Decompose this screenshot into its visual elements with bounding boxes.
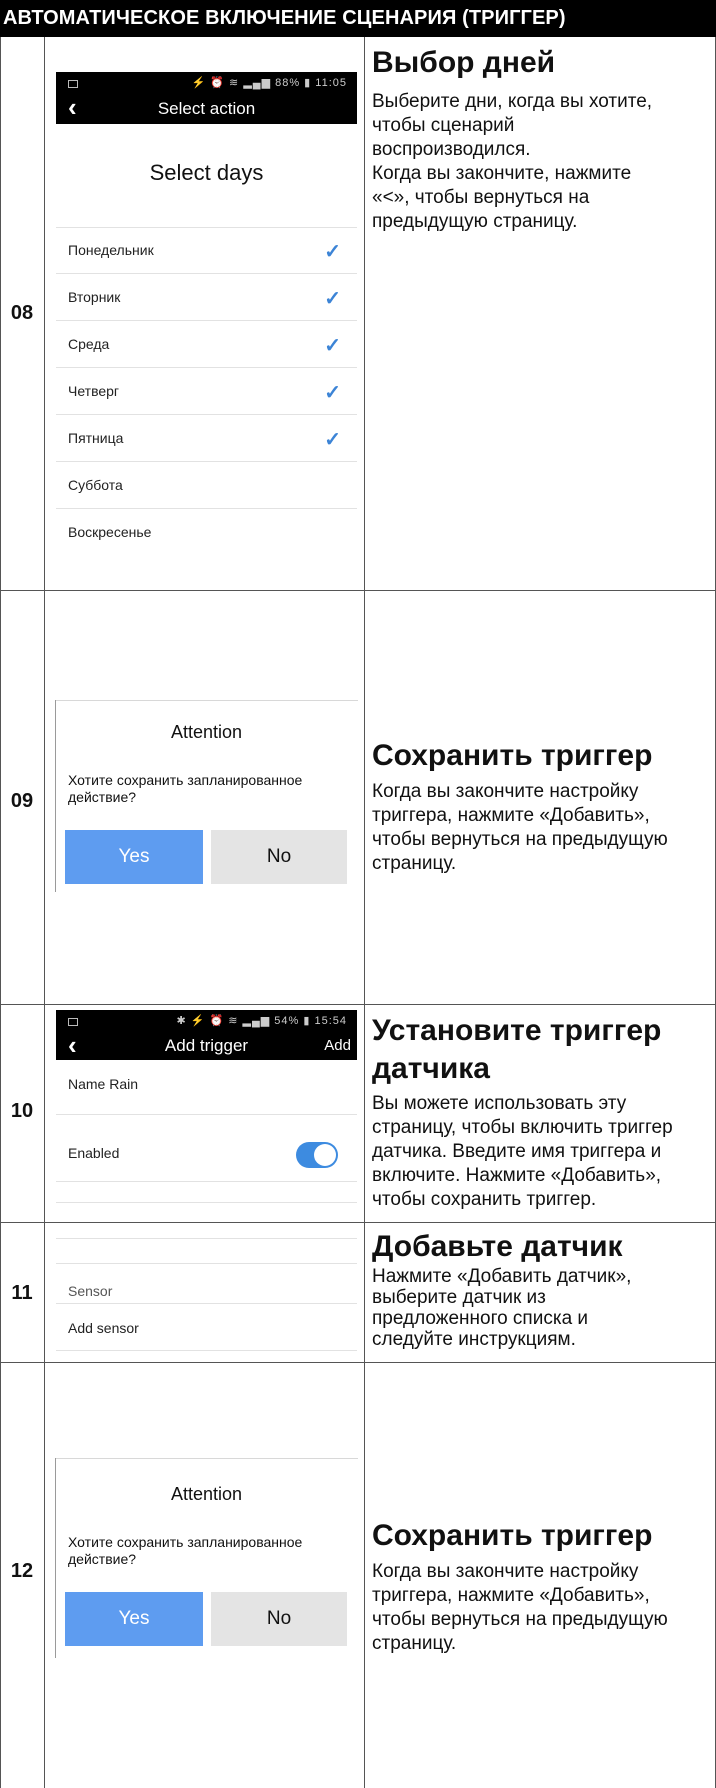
dialog-top-edge <box>56 700 358 701</box>
list-divider <box>56 1350 357 1351</box>
day-label: Пятница <box>68 430 124 446</box>
toggle-knob <box>314 1144 336 1166</box>
day-label: Четверг <box>68 383 120 399</box>
step-description: Выберите дни, когда вы хотите, чтобы сце… <box>372 91 653 232</box>
step-title: Выбор дней <box>372 46 556 79</box>
list-divider <box>56 1202 357 1203</box>
checkmark-icon: ✓ <box>324 382 341 404</box>
list-divider <box>56 1114 357 1115</box>
row-divider <box>0 590 716 591</box>
screenshot-icon <box>68 1018 78 1026</box>
select-days-heading: Select days <box>149 160 264 185</box>
day-label: Вторник <box>68 289 121 305</box>
sensor-section-label: Sensor <box>68 1283 113 1299</box>
list-divider <box>56 1238 357 1239</box>
day-row-saturday[interactable]: Суббота <box>56 463 357 509</box>
page-header: АВТОМАТИЧЕСКОЕ ВКЛЮЧЕНИЕ СЦЕНАРИЯ (ТРИГГ… <box>0 0 716 37</box>
step-number: 10 <box>10 1100 34 1122</box>
day-row-monday[interactable]: Понедельник ✓ <box>56 228 357 274</box>
day-label: Воскресенье <box>68 524 152 540</box>
attention-dialog: Attention Хотите сохранить запланированн… <box>55 700 358 892</box>
dialog-title: Attention <box>170 1484 243 1504</box>
list-divider <box>56 1303 357 1304</box>
add-button[interactable]: Add <box>324 1037 351 1054</box>
checkmark-icon: ✓ <box>324 335 341 357</box>
day-row-sunday[interactable]: Воскресенье <box>56 510 357 556</box>
attention-dialog: Attention Хотите сохранить запланированн… <box>55 1458 358 1658</box>
number-column-divider <box>44 37 45 1788</box>
step-title: Добавьте датчик <box>372 1230 623 1263</box>
day-row-wednesday[interactable]: Среда ✓ <box>56 322 357 368</box>
step-number: 08 <box>10 302 34 324</box>
step-title: Установите триггер датчика <box>372 1014 662 1085</box>
content-column-divider <box>364 37 365 1788</box>
row-divider <box>0 1004 716 1005</box>
enabled-label: Enabled <box>68 1145 120 1161</box>
dialog-message: Хотите сохранить запланированное действи… <box>68 772 303 805</box>
list-divider <box>56 1181 357 1182</box>
day-row-tuesday[interactable]: Вторник ✓ <box>56 275 357 321</box>
checkmark-icon: ✓ <box>324 288 341 310</box>
dialog-top-edge <box>56 1458 358 1459</box>
checkmark-icon: ✓ <box>324 241 341 263</box>
row-divider <box>0 1362 716 1363</box>
status-time: ⚡ ⏰ ≋ ▂▄▆ 88% ▮ 11:05 <box>191 77 347 89</box>
phone-action-bar: ‹ Add trigger Add <box>56 1030 357 1060</box>
phone-status-bar: ⚡ ⏰ ≋ ▂▄▆ 88% ▮ 11:05 <box>56 72 357 92</box>
yes-button[interactable]: Yes <box>65 830 203 884</box>
step-number: 11 <box>11 1282 33 1304</box>
dialog-title: Attention <box>170 722 243 742</box>
day-label: Суббота <box>68 477 123 493</box>
no-button[interactable]: No <box>211 830 347 884</box>
action-title: Select action <box>157 99 256 118</box>
dialog-message: Хотите сохранить запланированное действи… <box>68 1534 303 1567</box>
screenshot-icon <box>68 80 78 88</box>
status-time: ✱ ⚡ ⏰ ≋ ▂▄▆ 54% ▮ 15:54 <box>176 1015 347 1027</box>
step-title: Сохранить триггер <box>372 1519 653 1552</box>
yes-button[interactable]: Yes <box>65 1592 203 1646</box>
action-title: Add trigger <box>164 1036 249 1055</box>
step-number: 09 <box>10 790 34 812</box>
frame-left-border <box>0 37 1 1788</box>
list-divider <box>56 1263 357 1264</box>
checkmark-icon: ✓ <box>324 429 341 451</box>
step-number: 12 <box>10 1560 34 1582</box>
step-description: Нажмите «Добавить датчик», выберите датч… <box>372 1266 632 1350</box>
enabled-toggle[interactable] <box>296 1142 338 1168</box>
step-description: Когда вы закончите настройку триггера, н… <box>372 781 668 874</box>
signal-icon: ⚡ ⏰ ≋ ▂▄▆ <box>191 77 276 89</box>
phone-action-bar: ‹ Select action <box>56 92 357 124</box>
name-field[interactable]: Name Rain <box>68 1076 138 1092</box>
no-button[interactable]: No <box>211 1592 347 1646</box>
day-label: Среда <box>68 336 110 352</box>
day-label: Понедельник <box>68 242 154 258</box>
day-row-friday[interactable]: Пятница ✓ <box>56 416 357 462</box>
step-title: Сохранить триггер <box>372 739 653 772</box>
step-description: Вы можете использовать эту страницу, что… <box>372 1093 673 1210</box>
day-row-thursday[interactable]: Четверг ✓ <box>56 369 357 415</box>
row-divider <box>0 1222 716 1223</box>
add-sensor-button[interactable]: Add sensor <box>68 1320 139 1336</box>
step-description: Когда вы закончите настройку триггера, н… <box>372 1561 668 1654</box>
phone-status-bar: ✱ ⚡ ⏰ ≋ ▂▄▆ 54% ▮ 15:54 <box>56 1010 357 1030</box>
signal-icon: ✱ ⚡ ⏰ ≋ ▂▄▆ <box>176 1015 275 1027</box>
